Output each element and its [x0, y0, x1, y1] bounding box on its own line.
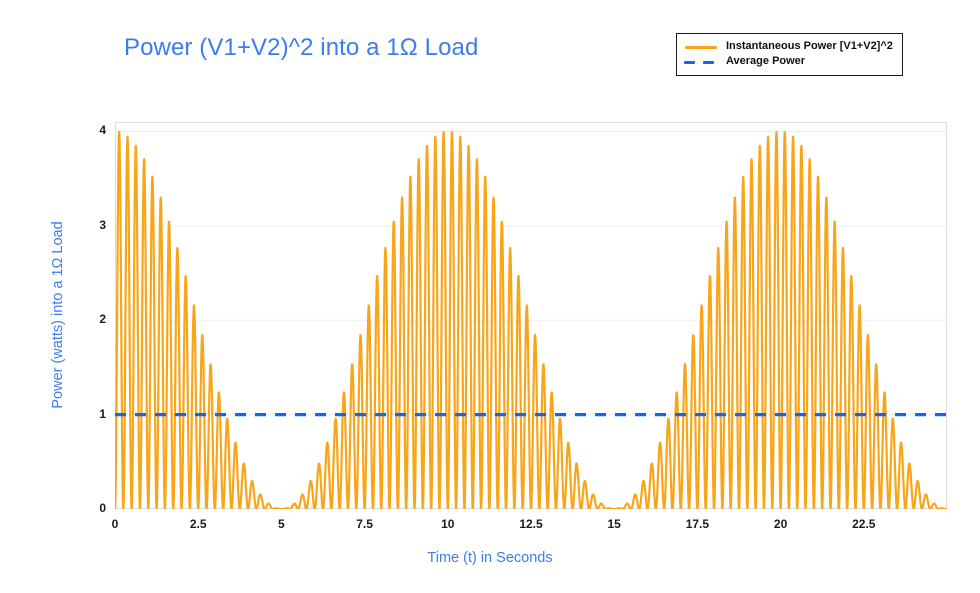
plot-area: 0 1 2 3 4 0 2.5 5 7.5 10 12.5 15 17.5 20 22.5 [99, 122, 947, 531]
y-tick-label: 4 [99, 123, 106, 138]
x-axis-label: Time (t) in Seconds [427, 550, 553, 566]
chart-legend: Instantaneous Power [V1+V2]^2 Average Po… [676, 33, 903, 76]
y-tick-label: 2 [99, 312, 106, 327]
x-tick-label: 5 [278, 517, 285, 531]
chart-figure: Power (V1+V2)^2 into a 1Ω Load Instantan… [0, 0, 980, 593]
x-tick-label: 2.5 [189, 517, 207, 531]
x-tick-label: 22.5 [852, 517, 876, 531]
y-tick-label: 1 [99, 406, 106, 421]
legend-label-average-power: Average Power [726, 55, 806, 67]
x-tick-label: 17.5 [685, 517, 710, 531]
plot-background [115, 122, 947, 509]
plot-svg [115, 122, 947, 509]
legend-item-average-power[interactable]: Average Power [684, 54, 893, 69]
y-axis-label: Power (watts) into a 1Ω Load [48, 120, 68, 510]
chart-title: Power (V1+V2)^2 into a 1Ω Load [124, 34, 479, 61]
y-tick-label: 3 [99, 217, 106, 232]
y-axis-label-text: Power (watts) into a 1Ω Load [50, 221, 66, 409]
x-tick-label: 0 [111, 517, 119, 531]
legend-label-instantaneous-power: Instantaneous Power [V1+V2]^2 [726, 40, 893, 52]
x-tick-label: 7.5 [356, 517, 373, 531]
x-tick-label: 20 [773, 517, 788, 531]
dashed-line-key-icon [684, 55, 718, 69]
y-tick-label: 0 [99, 501, 106, 515]
legend-item-instantaneous-power[interactable]: Instantaneous Power [V1+V2]^2 [684, 39, 893, 54]
x-tick-label: 15 [607, 517, 621, 531]
x-tick-label: 12.5 [519, 517, 543, 531]
solid-line-key-icon [684, 40, 718, 54]
x-tick-label: 10 [441, 517, 455, 531]
